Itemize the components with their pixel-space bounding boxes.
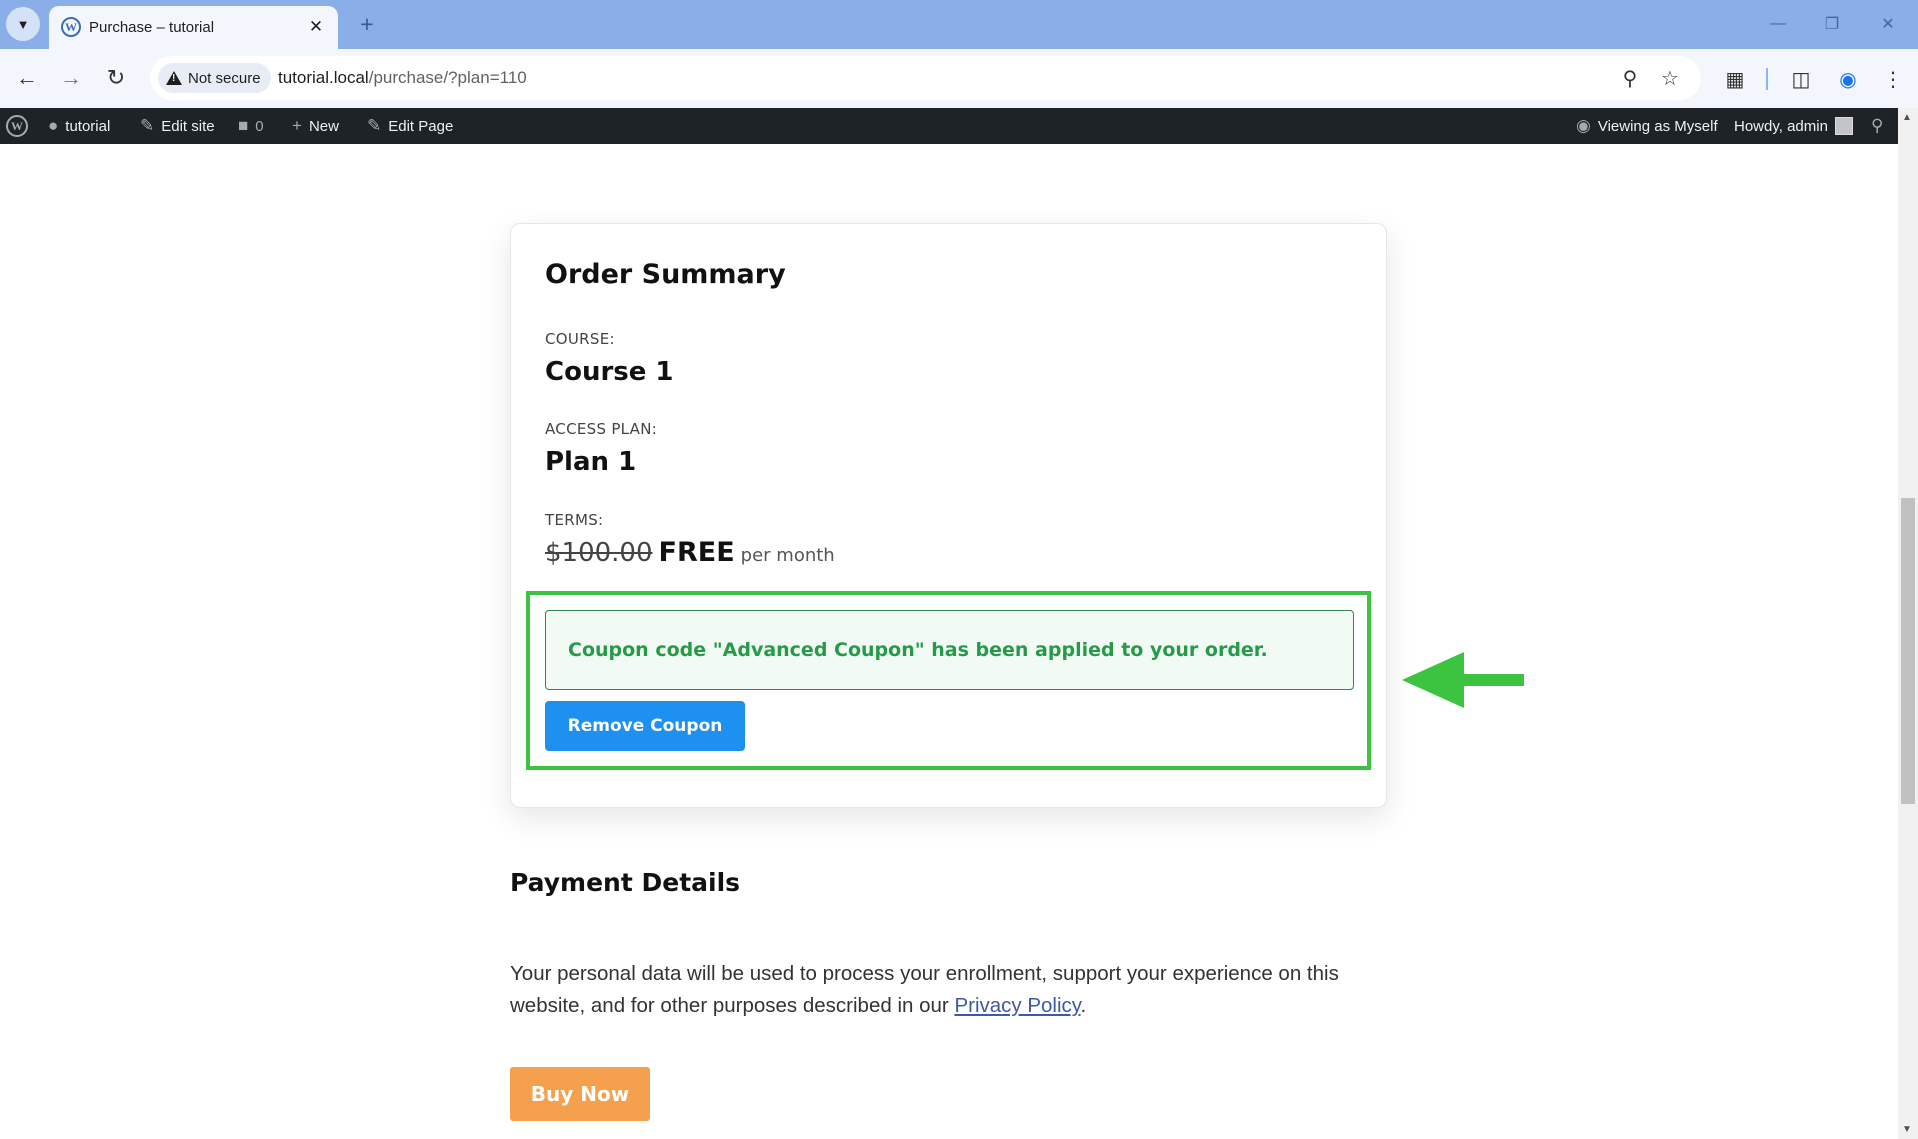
zoom-icon[interactable]: ⚲ <box>1617 65 1643 91</box>
url-path: /purchase/?plan=110 <box>368 68 527 87</box>
reload-icon[interactable]: ↻ <box>99 61 133 95</box>
dashboard-icon: ● <box>48 116 59 135</box>
course-value: Course 1 <box>545 357 674 387</box>
browser-toolbar: ← → ↻ Not secure tutorial.local/purchase… <box>0 49 1918 108</box>
new-content-menu[interactable]: + New <box>292 108 339 144</box>
billing-period: per month <box>740 545 835 566</box>
new-tab-button[interactable]: + <box>353 10 381 38</box>
warning-icon <box>166 71 182 85</box>
tab-strip: ▼ W Purchase – tutorial ✕ + — ❐ ✕ <box>0 0 1918 49</box>
payment-details-title: Payment Details <box>510 868 741 897</box>
discounted-price: FREE <box>658 537 735 568</box>
avatar <box>1834 117 1853 135</box>
back-arrow-icon[interactable]: ← <box>10 61 44 95</box>
active-tab[interactable]: W Purchase – tutorial ✕ <box>49 6 338 49</box>
forward-arrow-icon[interactable]: → <box>54 61 88 95</box>
howdy-label: Howdy, admin <box>1734 117 1828 135</box>
privacy-policy-link[interactable]: Privacy Policy <box>954 994 1080 1017</box>
terms-label: TERMS: <box>545 511 604 529</box>
tab-search-button[interactable]: ▼ <box>6 7 40 41</box>
comments-count: 0 <box>255 117 264 135</box>
toolbar-divider <box>1766 68 1768 90</box>
original-price: $100.00 <box>545 538 653 568</box>
globe-icon: ◉ <box>1576 116 1591 135</box>
address-bar[interactable]: Not secure tutorial.local/purchase/?plan… <box>150 56 1701 100</box>
profile-icon[interactable]: ◉ <box>1833 64 1863 94</box>
wordpress-logo-icon: W <box>6 115 28 137</box>
brush-icon: ✎ <box>140 116 155 135</box>
chevron-down-icon: ▼ <box>16 16 30 32</box>
wp-admin-bar: W ● tutorial ✎ Edit site ■ 0 + New ✎ Edi… <box>0 108 1918 144</box>
comments-link[interactable]: ■ 0 <box>238 108 264 144</box>
privacy-notice: Your personal data will be used to proce… <box>510 958 1370 1022</box>
search-icon: ⚲ <box>1871 116 1884 135</box>
view-as-menu[interactable]: ◉ Viewing as Myself <box>1576 108 1718 144</box>
my-account-menu[interactable]: Howdy, admin <box>1734 108 1853 144</box>
url-host: tutorial.local <box>278 68 369 87</box>
security-indicator[interactable]: Not secure <box>158 63 271 93</box>
window-close-icon[interactable]: ✕ <box>1868 10 1908 38</box>
security-label: Not secure <box>188 69 261 87</box>
order-summary-title: Order Summary <box>545 259 786 290</box>
site-name: tutorial <box>65 117 111 135</box>
menu-kebab-icon[interactable]: ⋮ <box>1878 64 1908 94</box>
side-panel-icon[interactable]: ◫ <box>1786 64 1816 94</box>
url-text[interactable]: tutorial.local/purchase/?plan=110 <box>278 68 527 88</box>
annotation-highlight-box <box>526 591 1371 770</box>
access-plan-value: Plan 1 <box>545 447 637 477</box>
edit-page-label: Edit Page <box>388 117 454 135</box>
extensions-icon[interactable]: ▦ <box>1720 64 1750 94</box>
star-bookmark-icon[interactable]: ☆ <box>1657 65 1683 91</box>
site-name-menu[interactable]: ● tutorial <box>48 108 110 144</box>
privacy-period: . <box>1080 994 1087 1017</box>
viewing-as-label: Viewing as Myself <box>1597 117 1718 135</box>
page-scrollbar[interactable]: ▲ ▼ <box>1898 108 1918 1139</box>
edit-page-link[interactable]: ✎ Edit Page <box>367 108 453 144</box>
annotation-arrow-icon <box>1402 652 1524 708</box>
scroll-down-arrow-icon[interactable]: ▼ <box>1902 1124 1912 1135</box>
wp-logo-menu[interactable]: W <box>6 108 28 144</box>
scrollbar-thumb[interactable] <box>1901 498 1915 804</box>
course-label: COURSE: <box>545 330 615 348</box>
admin-search[interactable]: ⚲ <box>1871 108 1883 144</box>
terms-price: $100.00 FREE per month <box>545 537 835 568</box>
plus-icon: + <box>292 116 302 135</box>
scroll-up-arrow-icon[interactable]: ▲ <box>1902 112 1912 123</box>
edit-site-link[interactable]: ✎ Edit site <box>140 108 215 144</box>
edit-site-label: Edit site <box>161 117 215 135</box>
comment-bubble-icon: ■ <box>238 116 249 135</box>
access-plan-label: ACCESS PLAN: <box>545 420 658 438</box>
buy-now-button[interactable]: Buy Now <box>510 1067 650 1121</box>
close-icon[interactable]: ✕ <box>304 15 328 39</box>
minimize-icon[interactable]: — <box>1758 10 1798 38</box>
tab-title: Purchase – tutorial <box>89 19 215 36</box>
restore-icon[interactable]: ❐ <box>1812 10 1852 38</box>
pencil-icon: ✎ <box>367 116 382 135</box>
privacy-text: Your personal data will be used to proce… <box>510 962 1339 1017</box>
wordpress-favicon-icon: W <box>61 17 81 37</box>
new-label: New <box>308 117 339 135</box>
